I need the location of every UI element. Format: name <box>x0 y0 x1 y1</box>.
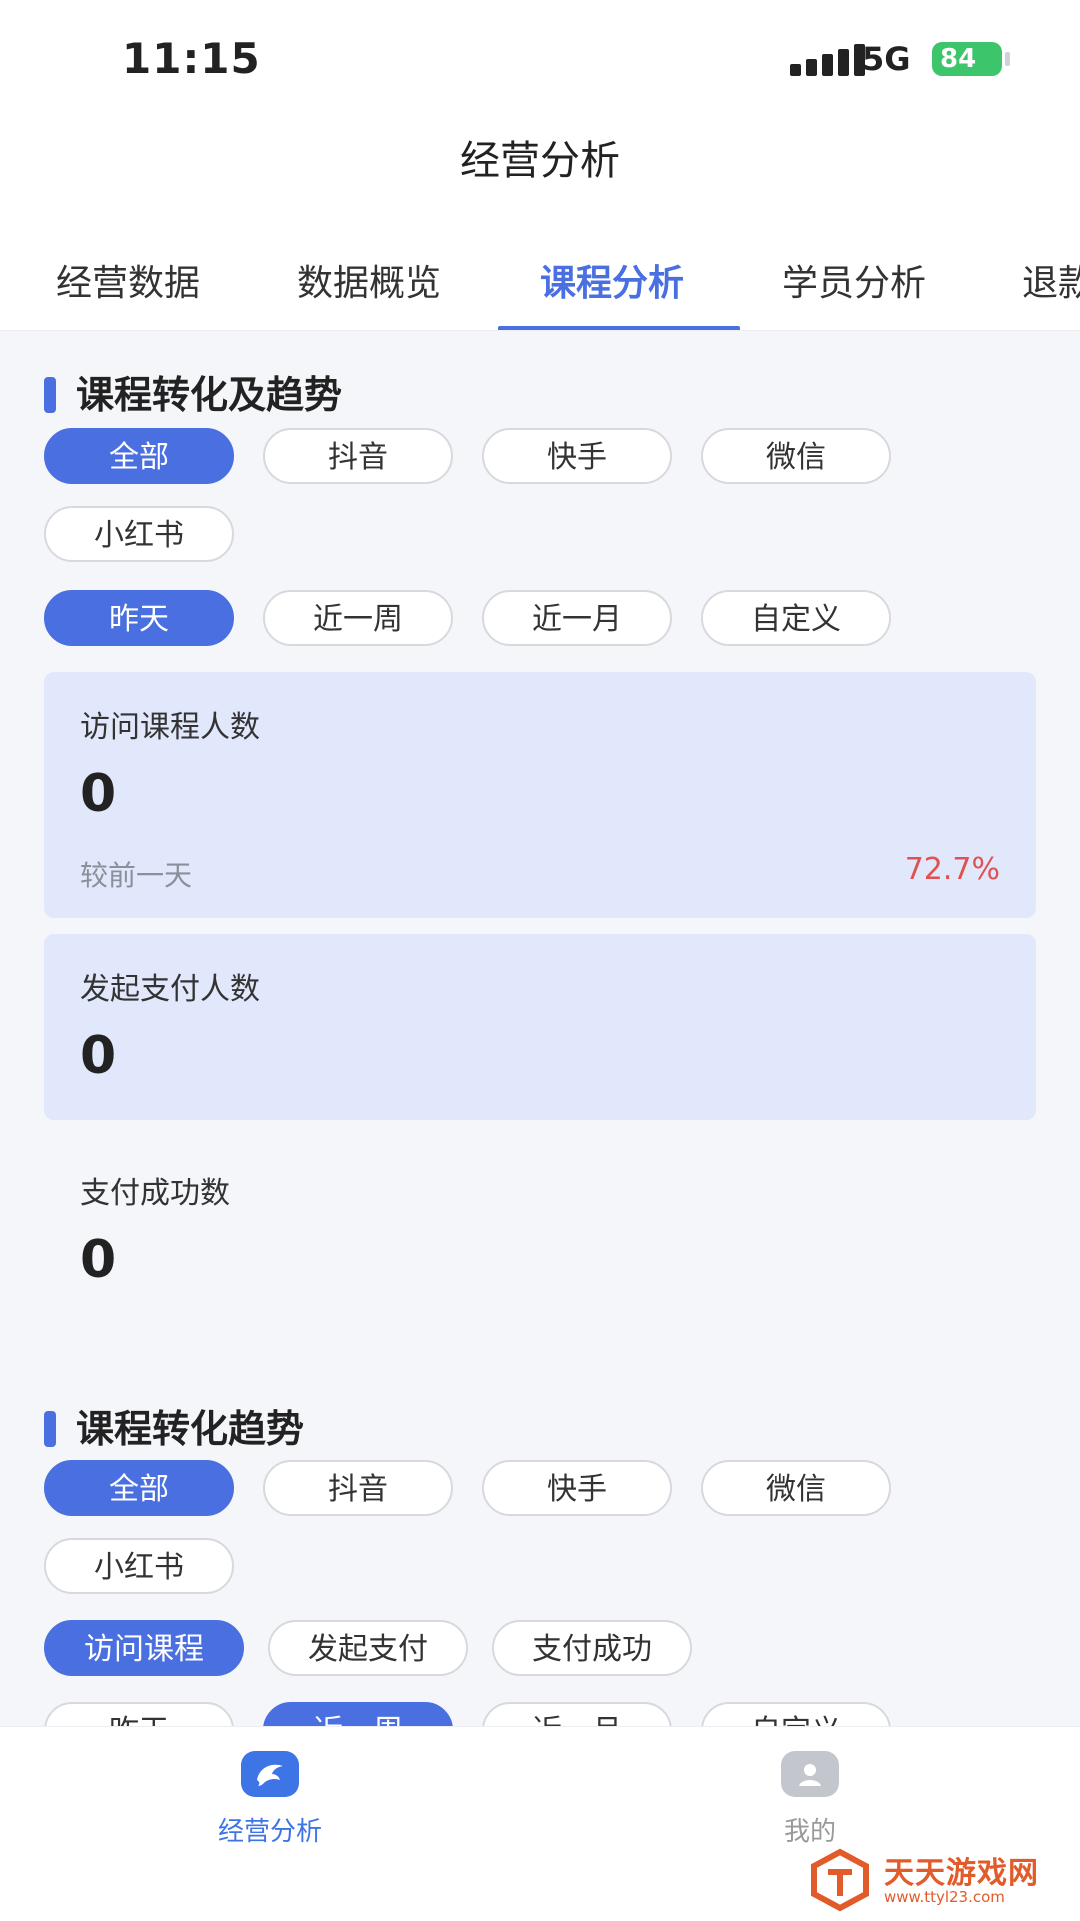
stat-label: 支付成功数 <box>80 1176 230 1211</box>
stat-value: 0 <box>80 1230 117 1290</box>
nav-header: 经营分析 <box>0 110 1080 210</box>
active-tab-indicator <box>498 326 740 330</box>
nav-label: 我的 <box>783 1817 836 1847</box>
watermark-url: www.ttyl23.com <box>884 1888 1005 1906</box>
tab-refund[interactable]: 退款 <box>1022 254 1080 306</box>
stat-label: 发起支付人数 <box>80 972 260 1007</box>
section-marker <box>44 377 56 413</box>
trend-filter-platform-kuaishou[interactable]: 快手 <box>482 1460 672 1516</box>
section-title-text: 课程转化趋势 <box>76 1407 305 1451</box>
tab-student-analysis[interactable]: 学员分析 <box>782 254 926 306</box>
stat-card-visitors: 访问课程人数 0 较前一天 72.7% <box>44 672 1036 918</box>
watermark: 天天游戏网 www.ttyl23.com <box>808 1848 1078 1914</box>
stat-card-payment-success: 支付成功数 0 <box>44 1138 1036 1324</box>
watermark-text: 天天游戏网 <box>884 1856 1039 1891</box>
trend-metric-visit[interactable]: 访问课程 <box>44 1620 244 1676</box>
trend-filter-platform-douyin[interactable]: 抖音 <box>263 1460 453 1516</box>
nav-item-business-analysis[interactable]: 经营分析 <box>170 1751 370 1848</box>
trend-filter-platform-wechat[interactable]: 微信 <box>701 1460 891 1516</box>
stat-change-percent: 72.7% <box>904 852 1000 887</box>
tab-course-analysis[interactable]: 课程分析 <box>540 254 684 306</box>
section-title-conversion: 课程转化及趋势 <box>44 364 342 419</box>
trend-metric-payment-success[interactable]: 支付成功 <box>492 1620 692 1676</box>
tab-business-data[interactable]: 经营数据 <box>56 254 200 306</box>
filter-period-custom[interactable]: 自定义 <box>701 590 891 646</box>
status-bar: 11:15 5G 84 <box>0 0 1080 110</box>
battery-icon: 84 <box>932 42 1010 76</box>
section-title-trend: 课程转化趋势 <box>44 1398 304 1453</box>
filter-platform-douyin[interactable]: 抖音 <box>263 428 453 484</box>
filter-platform-xiaohongshu[interactable]: 小红书 <box>44 506 234 562</box>
section-title-text: 课程转化及趋势 <box>76 373 343 417</box>
stat-compare-label: 较前一天 <box>80 859 193 892</box>
stat-value: 0 <box>80 764 117 824</box>
trend-filter-platform-xiaohongshu[interactable]: 小红书 <box>44 1538 234 1594</box>
network-type: 5G <box>862 40 911 78</box>
nav-label: 经营分析 <box>217 1817 322 1847</box>
user-icon <box>781 1751 839 1797</box>
filter-period-month[interactable]: 近一月 <box>482 590 672 646</box>
stat-value: 0 <box>80 1026 117 1086</box>
status-time: 11:15 <box>122 34 261 83</box>
trend-metric-payment-initiated[interactable]: 发起支付 <box>268 1620 468 1676</box>
trend-filter-platform-all[interactable]: 全部 <box>44 1460 234 1516</box>
filter-period-week[interactable]: 近一周 <box>263 590 453 646</box>
tab-bar: 经营数据 数据概览 课程分析 学员分析 退款 <box>0 210 1080 331</box>
filter-platform-kuaishou[interactable]: 快手 <box>482 428 672 484</box>
dolphin-icon <box>241 1751 299 1797</box>
stat-label: 访问课程人数 <box>80 710 260 745</box>
filter-platform-wechat[interactable]: 微信 <box>701 428 891 484</box>
page-title: 经营分析 <box>460 138 620 184</box>
filter-platform-all[interactable]: 全部 <box>44 428 234 484</box>
tab-data-overview[interactable]: 数据概览 <box>297 254 441 306</box>
watermark-logo-icon <box>811 1848 869 1912</box>
nav-item-mine[interactable]: 我的 <box>710 1751 910 1848</box>
filter-period-yesterday[interactable]: 昨天 <box>44 590 234 646</box>
section-marker <box>44 1411 56 1447</box>
stat-card-payment-initiated: 发起支付人数 0 <box>44 934 1036 1120</box>
